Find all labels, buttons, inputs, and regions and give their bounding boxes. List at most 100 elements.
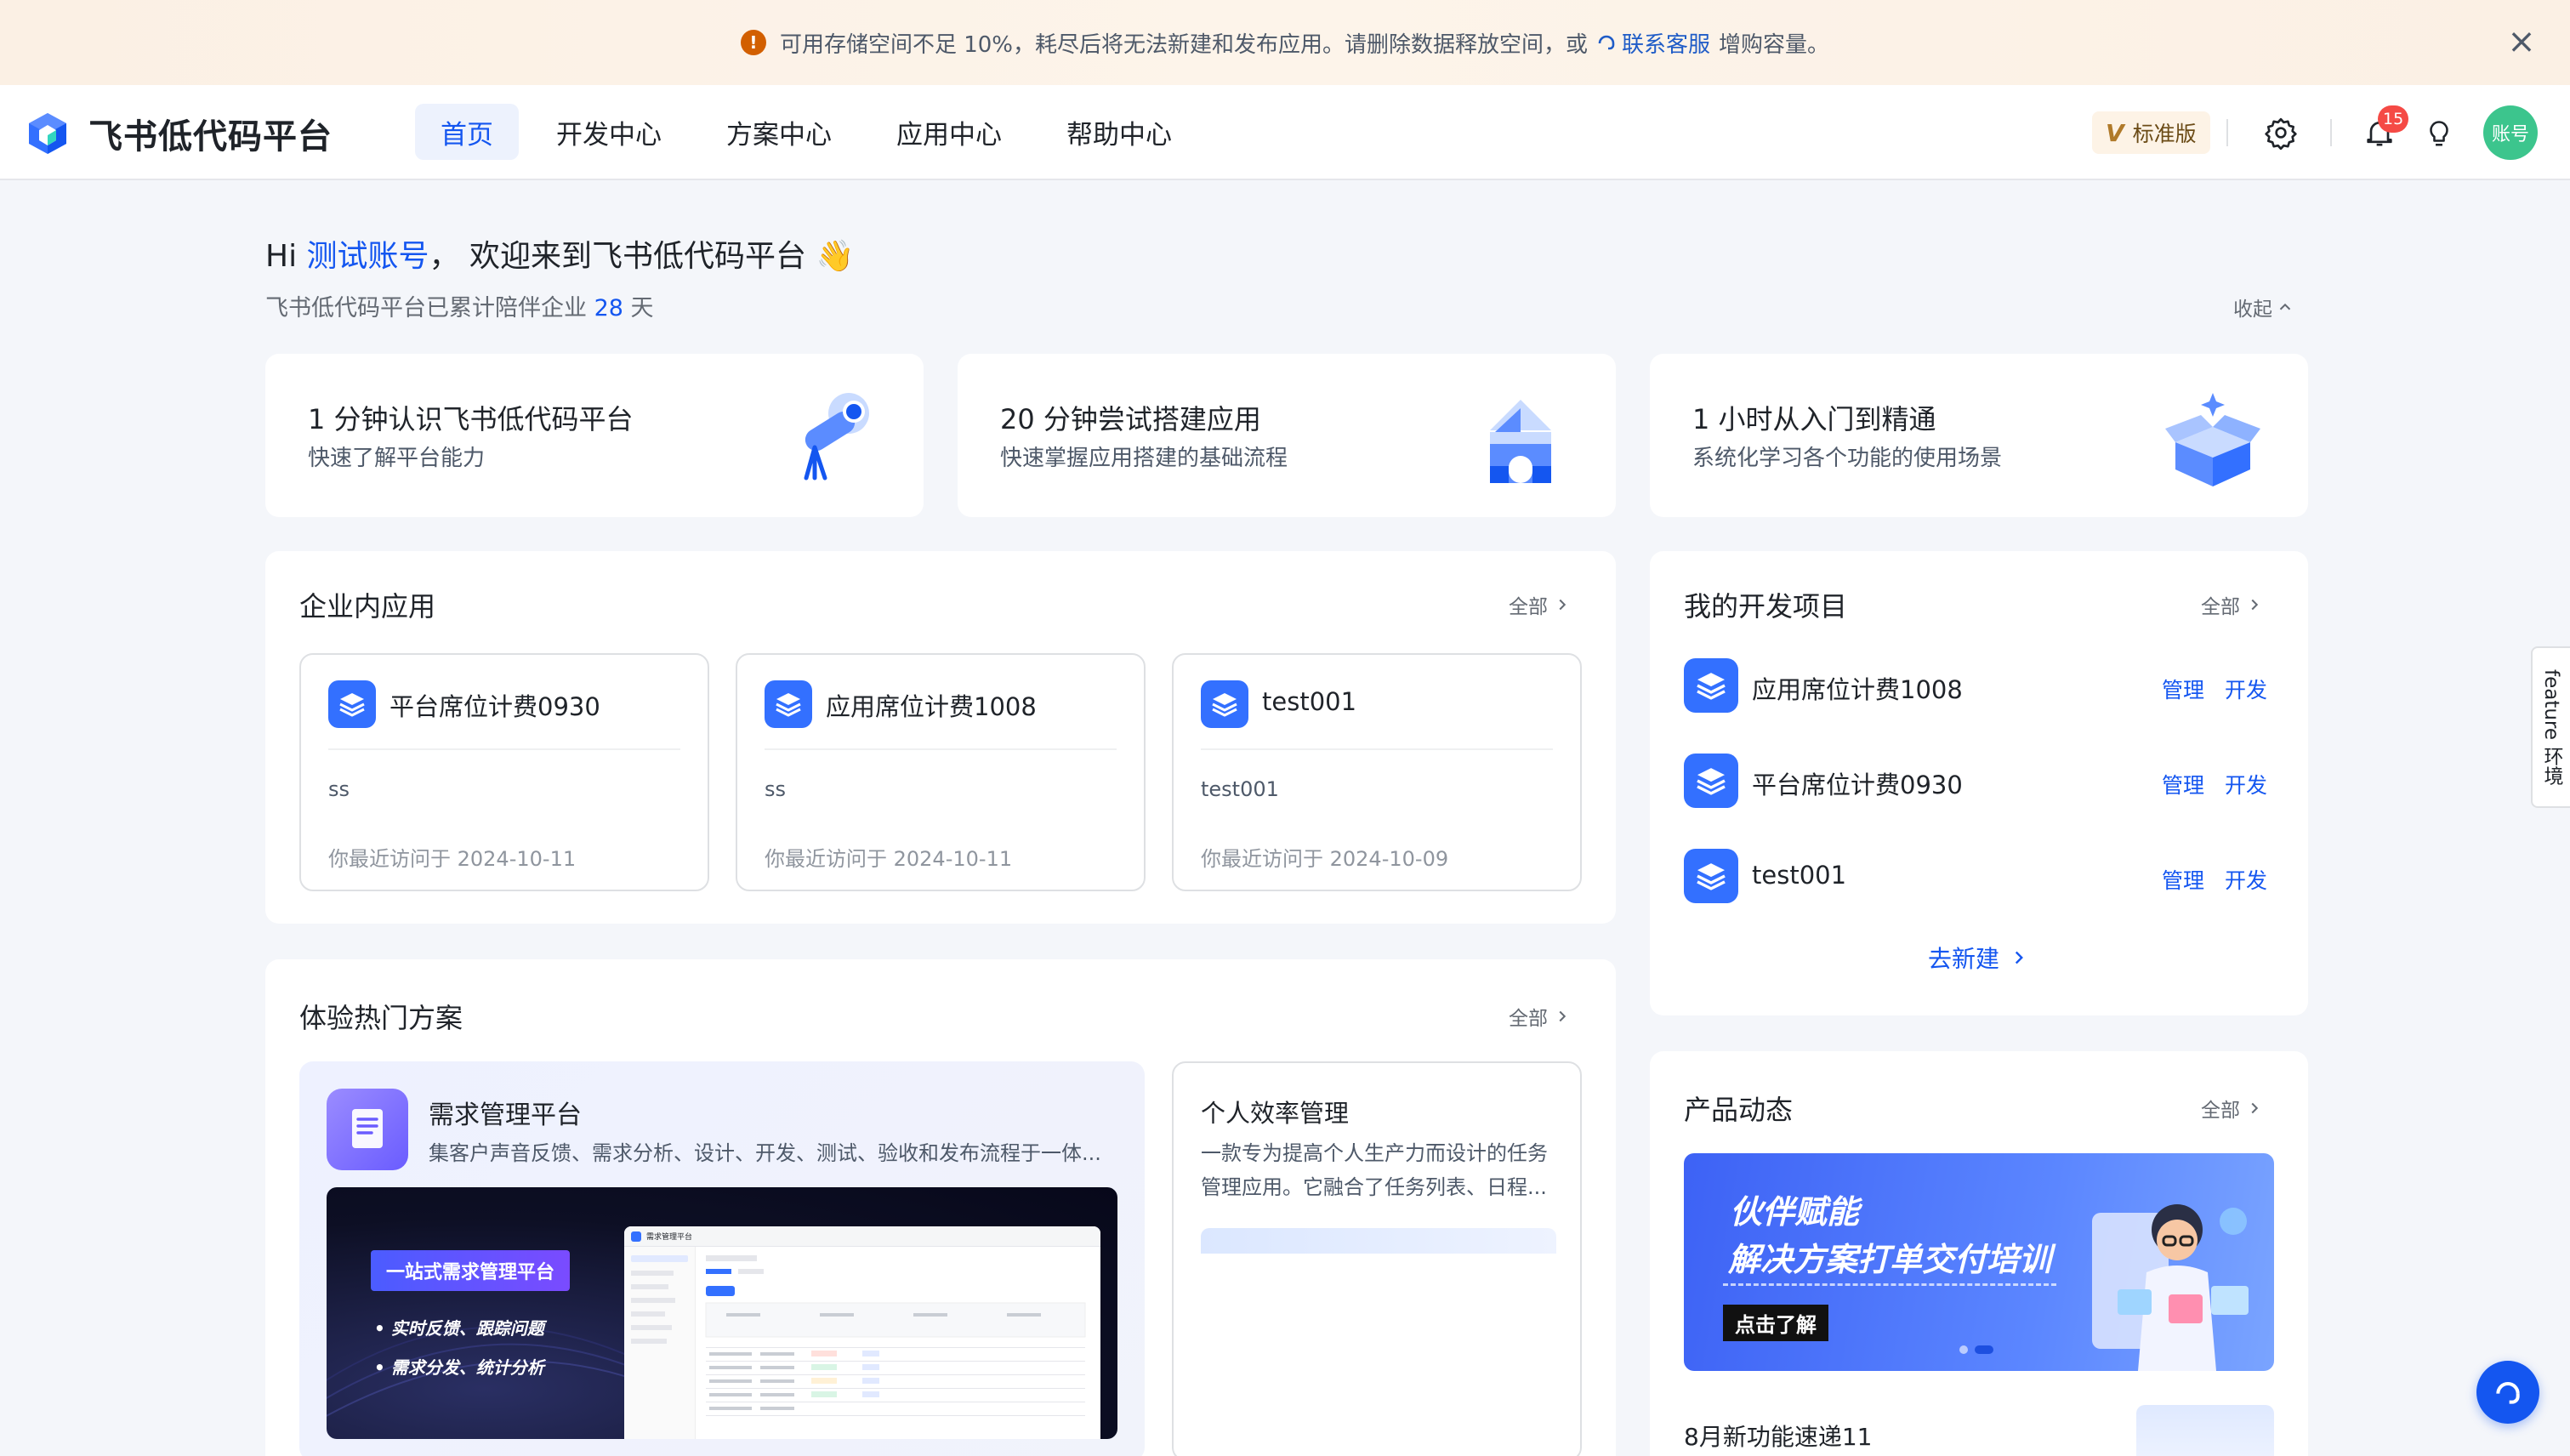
all-label: 全部 (2201, 596, 2240, 618)
greeting-username: 测试账号 (306, 239, 429, 274)
app-layers-icon (1684, 658, 1738, 713)
chevron-right-icon (2251, 599, 2259, 611)
brand-name: 飞书低代码平台 (88, 117, 333, 156)
tab-dev-center[interactable]: 开发中心 (531, 104, 687, 160)
hot-solutions-all-link[interactable]: 全部 (1509, 1002, 1572, 1031)
app-last-visited: 你最近访问于 2024-10-11 (765, 847, 1013, 871)
preview-app-title: 需求管理平台 (646, 1233, 693, 1242)
telescope-icon (804, 393, 869, 481)
manage-link[interactable]: 管理 (2162, 864, 2204, 895)
document-icon (327, 1089, 408, 1170)
collapse-button[interactable]: 收起 (2233, 293, 2294, 321)
contact-support-label: 联系客服 (1622, 31, 1711, 58)
lightbulb-icon[interactable] (2415, 109, 2463, 156)
version-badge[interactable]: V 标准版 (2092, 111, 2210, 154)
accompany-days: 飞书低代码平台已累计陪伴企业 28 天 (265, 289, 654, 322)
carousel-dot-active[interactable] (1975, 1345, 1993, 1354)
logo[interactable]: 飞书低代码平台 (26, 109, 333, 158)
feature-env-label: feature 环境 (2540, 668, 2562, 786)
preview-app-logo (631, 1231, 641, 1242)
solution-title: 个人效率管理 (1201, 1099, 1350, 1128)
close-icon[interactable]: × (2499, 19, 2544, 65)
product-news-banner[interactable]: 伙伴赋能 解决方案打单交付培训 点击了解 (1684, 1153, 2274, 1371)
divider (328, 748, 680, 750)
app-card[interactable]: test001 test001 你最近访问于 2024-10-09 (1172, 653, 1582, 891)
guide-card-20min[interactable]: 20 分钟尝试搭建应用 快速掌握应用搭建的基础流程 (958, 354, 1616, 517)
chevron-right-icon (2015, 951, 2023, 964)
app-desc: ss (765, 777, 787, 801)
open-box-icon (2165, 393, 2260, 486)
app-card[interactable]: 平台席位计费0930 ss 你最近访问于 2024-10-11 (299, 653, 709, 891)
chevron-up-icon (2279, 303, 2291, 310)
accompany-day-unit: 天 (630, 295, 654, 321)
enterprise-apps-all-link[interactable]: 全部 (1509, 590, 1572, 619)
enterprise-apps-title: 企业内应用 (299, 590, 436, 623)
solution-desc-line: 管理应用。它融合了任务列表、日程... (1201, 1175, 1547, 1199)
app-card[interactable]: 应用席位计费1008 ss 你最近访问于 2024-10-11 (736, 653, 1146, 891)
preview-app-sidebar (624, 1247, 696, 1439)
logo-icon (29, 113, 66, 154)
storage-warning-banner: ! 可用存储空间不足 10%，耗尽后将无法新建和发布应用。请删除数据释放空间，或… (0, 0, 2570, 85)
tab-help-center[interactable]: 帮助中心 (1041, 104, 1197, 160)
warning-icon: ! (740, 30, 766, 55)
collapse-label: 收起 (2233, 299, 2272, 321)
tab-home[interactable]: 首页 (415, 104, 519, 160)
greeting: Hi 测试账号， 欢迎来到飞书低代码平台 👋 (265, 231, 854, 276)
create-new-link[interactable]: 去新建 (1650, 941, 2308, 975)
preview-table-graphic (705, 1255, 1086, 1416)
guide-card-1hour[interactable]: 1 小时从入门到精通 系统化学习各个功能的使用场景 (1650, 354, 2308, 517)
accompany-day-count: 28 (594, 295, 623, 321)
feature-env-tab[interactable]: feature 环境 (2531, 646, 2570, 808)
app-name: test001 (1262, 687, 1357, 716)
preview-app-header: 需求管理平台 (624, 1226, 1100, 1247)
preview-bullet-text: 需求分发、统计分析 (390, 1357, 544, 1378)
develop-link[interactable]: 开发 (2225, 864, 2267, 895)
guide-title: 1 分钟认识飞书低代码平台 (308, 403, 634, 435)
manage-link[interactable]: 管理 (2162, 769, 2204, 799)
develop-link[interactable]: 开发 (2225, 674, 2267, 704)
guide-desc: 快速了解平台能力 (308, 446, 486, 471)
warning-suffix: 增购容量。 (1719, 31, 1830, 58)
project-row[interactable]: test001 管理 开发 (1684, 849, 2279, 905)
solution-title: 需求管理平台 (429, 1101, 582, 1130)
product-news-all-link[interactable]: 全部 (2201, 1094, 2264, 1123)
tab-solution-center[interactable]: 方案中心 (701, 104, 857, 160)
banner-character-illustration (2092, 1204, 2249, 1371)
top-nav: 飞书低代码平台 首页 开发中心 方案中心 应用中心 帮助中心 V 标准版 15 … (0, 85, 2570, 180)
news-item-title[interactable]: 8月新功能速递11 (1684, 1419, 1872, 1453)
warning-message: 可用存储空间不足 10%，耗尽后将无法新建和发布应用。请删除数据释放空间，或 (779, 31, 1589, 58)
tab-app-center[interactable]: 应用中心 (871, 104, 1027, 160)
chevron-right-icon (2251, 1102, 2259, 1114)
guide-card-1min[interactable]: 1 分钟认识飞书低代码平台 快速了解平台能力 (265, 354, 924, 517)
nav-divider (2330, 119, 2332, 146)
solution-card-featured[interactable]: 需求管理平台 集客户声音反馈、需求分析、设计、开发、测试、验收和发布流程于一体.… (299, 1061, 1145, 1456)
guide-title: 1 小时从入门到精通 (1692, 403, 1936, 435)
develop-link[interactable]: 开发 (2225, 769, 2267, 799)
carousel-dot[interactable] (1959, 1345, 1968, 1354)
product-news-panel: 产品动态 全部 伙伴赋能 解决方案打单交付培训 点击了解 8月新功能速递11 (1650, 1051, 2308, 1456)
all-label: 全部 (1509, 596, 1548, 618)
my-projects-all-link[interactable]: 全部 (2201, 590, 2264, 619)
solution-desc-line: 一款专为提高个人生产力而设计的任务 (1201, 1141, 1548, 1165)
greeting-hi: Hi (265, 239, 298, 274)
banner-line-2: 解决方案打单交付培训 (1723, 1233, 2057, 1286)
project-row[interactable]: 应用席位计费1008 管理 开发 (1684, 658, 2279, 714)
chevron-right-icon (1559, 1010, 1566, 1022)
my-projects-title: 我的开发项目 (1684, 590, 1848, 623)
headset-icon (2496, 1382, 2520, 1404)
banner-cta[interactable]: 点击了解 (1723, 1305, 1828, 1341)
preview-bullet: • 实时反馈、跟踪问题 (374, 1318, 544, 1339)
customer-service-button[interactable] (2476, 1361, 2539, 1424)
settings-gear-icon[interactable] (2257, 109, 2305, 156)
avatar[interactable]: 账号 (2483, 105, 2538, 160)
create-new-label: 去新建 (1927, 945, 1999, 973)
building-blocks-icon (1490, 400, 1551, 483)
preview-bullet: • 需求分发、统计分析 (374, 1357, 544, 1378)
preview-bullet-text: 实时反馈、跟踪问题 (390, 1318, 544, 1339)
project-row[interactable]: 平台席位计费0930 管理 开发 (1684, 754, 2279, 810)
contact-support-link[interactable]: 联系客服 (1596, 27, 1710, 59)
app-last-visited: 你最近访问于 2024-10-11 (328, 847, 577, 871)
solution-card-personal-efficiency[interactable]: 个人效率管理 一款专为提高个人生产力而设计的任务 管理应用。它融合了任务列表、日… (1172, 1061, 1582, 1456)
project-name: test001 (1752, 861, 1847, 890)
manage-link[interactable]: 管理 (2162, 674, 2204, 704)
